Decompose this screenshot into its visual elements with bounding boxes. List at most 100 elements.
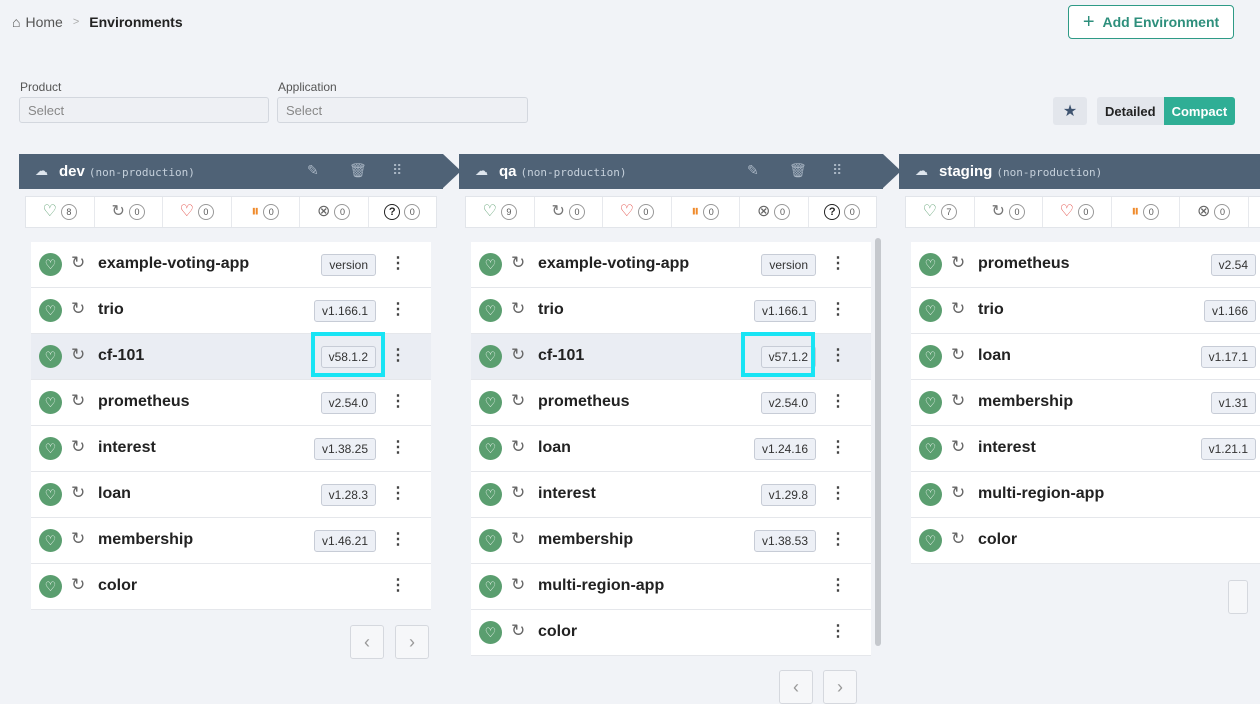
application-name[interactable]: membership	[538, 531, 633, 549]
status-filter-unknown[interactable]: ?0	[369, 197, 437, 227]
edit-icon[interactable]: ✎	[307, 162, 319, 179]
application-name[interactable]: prometheus	[98, 393, 190, 411]
application-name[interactable]: prometheus	[538, 393, 630, 411]
more-vertical-icon[interactable]: ⋮	[390, 299, 406, 319]
application-row[interactable]: ♡↻interestv1.21.1	[911, 426, 1260, 472]
more-vertical-icon[interactable]: ⋮	[390, 437, 406, 457]
dev-next-page-button[interactable]: ›	[395, 625, 429, 659]
application-row[interactable]: ♡↻prometheusv2.54.0⋮	[31, 380, 431, 426]
application-name[interactable]: trio	[978, 301, 1004, 319]
status-filter-degraded-heart[interactable]: ♡0	[603, 197, 672, 227]
application-row[interactable]: ♡↻multi-region-app	[911, 472, 1260, 518]
home-icon[interactable]: ⌂	[12, 14, 20, 30]
status-filter-missing[interactable]: ⊗0	[300, 197, 369, 227]
status-filter-suspended[interactable]: ⏸0	[672, 197, 741, 227]
add-environment-button[interactable]: + Add Environment	[1068, 5, 1234, 39]
detailed-view-button[interactable]: Detailed	[1097, 97, 1164, 125]
status-filter-suspended[interactable]: ⏸0	[232, 197, 301, 227]
trash-icon[interactable]: 🗑	[349, 162, 367, 179]
application-row[interactable]: ♡↻example-voting-appversion⋮	[471, 242, 871, 288]
more-vertical-icon[interactable]: ⋮	[830, 253, 846, 273]
more-vertical-icon[interactable]: ⋮	[390, 391, 406, 411]
application-row[interactable]: ♡↻triov1.166	[911, 288, 1260, 334]
application-row[interactable]: ♡↻prometheusv2.54	[911, 242, 1260, 288]
application-row[interactable]: ♡↻membershipv1.46.21⋮	[31, 518, 431, 564]
status-filter-unknown[interactable]: ?0	[809, 197, 877, 227]
application-name[interactable]: loan	[978, 347, 1011, 365]
application-row[interactable]: ♡↻color	[911, 518, 1260, 564]
more-vertical-icon[interactable]: ⋮	[390, 483, 406, 503]
status-filter-suspended[interactable]: ⏸0	[1112, 197, 1181, 227]
application-row[interactable]: ♡↻color⋮	[31, 564, 431, 610]
application-name[interactable]: prometheus	[978, 255, 1070, 273]
more-vertical-icon[interactable]: ⋮	[830, 437, 846, 457]
product-select[interactable]: Select	[19, 97, 269, 123]
drag-handle-icon[interactable]: ⠿	[832, 162, 842, 179]
status-filter-healthy-heart[interactable]: ♡7	[906, 197, 975, 227]
more-vertical-icon[interactable]: ⋮	[830, 529, 846, 549]
application-name[interactable]: loan	[538, 439, 571, 457]
more-vertical-icon[interactable]: ⋮	[390, 575, 406, 595]
staging-pager-button[interactable]	[1228, 580, 1248, 614]
application-row[interactable]: ♡↻multi-region-app⋮	[471, 564, 871, 610]
application-name[interactable]: trio	[98, 301, 124, 319]
application-name[interactable]: cf-101	[98, 347, 144, 365]
application-name[interactable]: multi-region-app	[538, 577, 664, 595]
application-name[interactable]: color	[538, 623, 577, 641]
status-filter-healthy-heart[interactable]: ♡8	[26, 197, 95, 227]
application-row[interactable]: ♡↻loanv1.24.16⋮	[471, 426, 871, 472]
application-row[interactable]: ♡↻triov1.166.1⋮	[31, 288, 431, 334]
application-row[interactable]: ♡↻loanv1.17.1	[911, 334, 1260, 380]
application-name[interactable]: interest	[538, 485, 596, 503]
application-row[interactable]: ♡↻membershipv1.31	[911, 380, 1260, 426]
application-row[interactable]: ♡↻prometheusv2.54.0⋮	[471, 380, 871, 426]
application-name[interactable]: loan	[98, 485, 131, 503]
edit-icon[interactable]: ✎	[747, 162, 759, 179]
more-vertical-icon[interactable]: ⋮	[830, 391, 846, 411]
status-filter-missing[interactable]: ⊗0	[1180, 197, 1249, 227]
status-filter-degraded-heart[interactable]: ♡0	[163, 197, 232, 227]
application-name[interactable]: color	[978, 531, 1017, 549]
compact-view-button[interactable]: Compact	[1164, 97, 1236, 125]
application-row[interactable]: ♡↻example-voting-appversion⋮	[31, 242, 431, 288]
status-filter-progressing[interactable]: ↻0	[535, 197, 604, 227]
qa-column-scrollbar[interactable]	[875, 238, 881, 646]
application-name[interactable]: interest	[978, 439, 1036, 457]
trash-icon[interactable]: 🗑	[789, 162, 807, 179]
status-filter-progressing[interactable]: ↻0	[95, 197, 164, 227]
status-filter-degraded-heart[interactable]: ♡0	[1043, 197, 1112, 227]
dev-prev-page-button[interactable]: ‹	[350, 625, 384, 659]
qa-next-page-button[interactable]: ›	[823, 670, 857, 704]
more-vertical-icon[interactable]: ⋮	[830, 575, 846, 595]
more-vertical-icon[interactable]: ⋮	[830, 483, 846, 503]
application-row[interactable]: ♡↻interestv1.29.8⋮	[471, 472, 871, 518]
status-filter-healthy-heart[interactable]: ♡9	[466, 197, 535, 227]
qa-prev-page-button[interactable]: ‹	[779, 670, 813, 704]
status-filter-missing[interactable]: ⊗0	[740, 197, 809, 227]
status-filter-unknown[interactable]: ?0	[1249, 197, 1260, 227]
application-name[interactable]: color	[98, 577, 137, 595]
application-name[interactable]: interest	[98, 439, 156, 457]
application-name[interactable]: multi-region-app	[978, 485, 1104, 503]
application-name[interactable]: cf-101	[538, 347, 584, 365]
application-row[interactable]: ♡↻loanv1.28.3⋮	[31, 472, 431, 518]
application-name[interactable]: example-voting-app	[98, 255, 249, 273]
breadcrumb-home[interactable]: Home	[25, 14, 62, 30]
more-vertical-icon[interactable]: ⋮	[830, 299, 846, 319]
application-name[interactable]: example-voting-app	[538, 255, 689, 273]
favorites-button[interactable]: ★	[1053, 97, 1087, 125]
application-row[interactable]: ♡↻interestv1.38.25⋮	[31, 426, 431, 472]
more-vertical-icon[interactable]: ⋮	[830, 621, 846, 641]
more-vertical-icon[interactable]: ⋮	[830, 345, 846, 365]
more-vertical-icon[interactable]: ⋮	[390, 345, 406, 365]
more-vertical-icon[interactable]: ⋮	[390, 253, 406, 273]
more-vertical-icon[interactable]: ⋮	[390, 529, 406, 549]
application-name[interactable]: trio	[538, 301, 564, 319]
application-name[interactable]: membership	[98, 531, 193, 549]
application-row[interactable]: ♡↻triov1.166.1⋮	[471, 288, 871, 334]
application-select[interactable]: Select	[277, 97, 528, 123]
application-row[interactable]: ♡↻membershipv1.38.53⋮	[471, 518, 871, 564]
application-row[interactable]: ♡↻color⋮	[471, 610, 871, 656]
drag-handle-icon[interactable]: ⠿	[392, 162, 402, 179]
status-filter-progressing[interactable]: ↻0	[975, 197, 1044, 227]
